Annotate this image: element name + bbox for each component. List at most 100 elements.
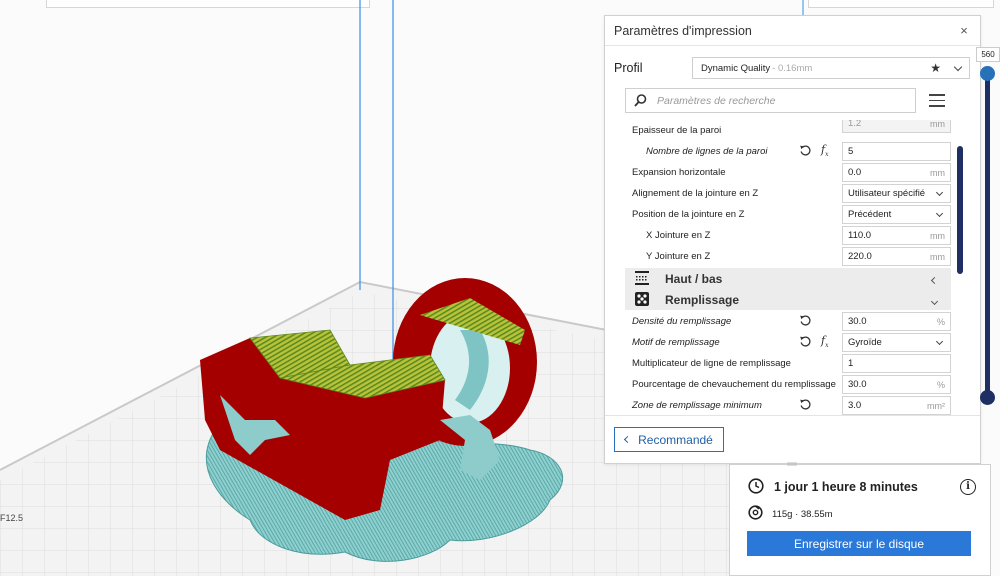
coordinate-label: F12.5 — [0, 513, 24, 523]
search-placeholder: Paramètres de recherche — [657, 94, 776, 107]
z-seam-x-field[interactable]: 110.0 mm — [842, 226, 951, 245]
field-value: 30.0 — [848, 379, 867, 390]
field-value: 1.2 — [848, 120, 862, 129]
reset-icon[interactable] — [799, 335, 812, 351]
field-value: 110.0 — [848, 230, 872, 241]
setting-z-seam-x: X Jointure en Z 110.0 mm — [625, 225, 951, 246]
field-value: 5 — [848, 146, 854, 157]
setting-label: Zone de remplissage minimum — [632, 400, 762, 411]
field-unit: % — [936, 379, 945, 390]
select-value: Précédent — [848, 209, 892, 220]
info-icon[interactable]: i — [960, 479, 976, 495]
setting-wall-line-count: Nombre de lignes de la paroi fx 5 — [625, 141, 951, 162]
clock-icon — [748, 477, 764, 497]
wall-line-count-field[interactable]: 5 — [842, 142, 951, 161]
setting-z-seam-position: Position de la jointure en Z Précédent — [625, 204, 951, 225]
field-unit: mm² — [927, 400, 945, 411]
print-time: 1 jour 1 heure 8 minutes — [774, 480, 918, 494]
row-icons — [799, 314, 839, 329]
spool-icon — [748, 505, 763, 523]
chevron-left-icon — [624, 435, 632, 444]
print-settings-panel: Paramètres d'impression × Profil Dynamic… — [604, 15, 981, 464]
function-icon[interactable]: fx — [821, 334, 828, 349]
z-seam-position-select[interactable]: Précédent — [842, 205, 951, 224]
infill-pattern-select[interactable]: Gyroïde — [842, 333, 951, 352]
drag-grip-icon[interactable] — [787, 462, 797, 467]
layer-number-field[interactable]: 560 — [976, 47, 1000, 62]
setting-label: Densité du remplissage — [632, 316, 732, 327]
category-infill[interactable]: Remplissage — [625, 289, 951, 310]
reset-icon[interactable] — [799, 144, 812, 160]
category-top-bottom[interactable]: Haut / bas — [625, 268, 951, 289]
panel-title: Paramètres d'impression — [614, 23, 752, 38]
recommended-button[interactable]: Recommandé — [614, 427, 724, 452]
setting-infill-line-multiplier: Multiplicateur de ligne de remplissage 1 — [625, 353, 951, 374]
setting-label: Pourcentage de chevauchement du rempliss… — [632, 379, 836, 390]
search-input[interactable]: Paramètres de recherche — [625, 88, 916, 113]
setting-label: Nombre de lignes de la paroi — [646, 146, 768, 157]
star-icon[interactable]: ★ — [930, 61, 941, 75]
infill-overlap-field[interactable]: 30.0 % — [842, 375, 951, 394]
field-unit: mm — [930, 120, 945, 129]
setting-label: Multiplicateur de ligne de remplissage — [632, 358, 791, 369]
slider-bottom-handle[interactable] — [980, 390, 995, 405]
z-seam-alignment-select[interactable]: Utilisateur spécifié — [842, 184, 951, 203]
infill-icon — [635, 292, 649, 306]
wall-thickness-field[interactable]: 1.2 mm — [842, 120, 951, 133]
print-info-panel: 1 jour 1 heure 8 minutes i 115g · 38.55m… — [729, 462, 991, 576]
reset-icon[interactable] — [799, 398, 812, 414]
material-row: 115g · 38.55m — [748, 505, 833, 523]
recommended-label: Recommandé — [638, 432, 713, 447]
chevron-down-icon — [935, 337, 944, 345]
material-usage: 115g · 38.55m — [772, 508, 833, 520]
setting-label: X Jointure en Z — [646, 230, 711, 241]
settings-menu-icon[interactable] — [929, 94, 945, 107]
setting-label: Epaisseur de la paroi — [632, 125, 722, 136]
layer-slider[interactable]: 560 — [975, 45, 1000, 405]
field-unit: mm — [930, 251, 945, 262]
field-unit: mm — [930, 167, 945, 178]
save-to-disk-button[interactable]: Enregistrer sur le disque — [747, 531, 971, 556]
profile-layer-height: - 0.16mm — [772, 62, 813, 74]
field-value: 3.0 — [848, 400, 862, 411]
setting-label: Position de la jointure en Z — [632, 209, 745, 220]
divider — [605, 415, 980, 416]
settings-list[interactable]: Epaisseur de la paroi 1.2 mm Nombre de l… — [625, 120, 951, 416]
print-time-row: 1 jour 1 heure 8 minutes i — [748, 477, 976, 497]
select-value: Utilisateur spécifié — [848, 188, 926, 199]
field-unit: mm — [930, 230, 945, 241]
slider-top-handle[interactable] — [980, 66, 995, 81]
close-icon[interactable]: × — [957, 23, 971, 38]
chevron-down-icon — [953, 62, 963, 71]
infill-line-multiplier-field[interactable]: 1 — [842, 354, 951, 373]
profile-name: Dynamic Quality — [701, 62, 771, 74]
field-value: 0.0 — [848, 167, 862, 178]
settings-scrollbar[interactable] — [957, 146, 963, 274]
search-row: Paramètres de recherche — [625, 88, 947, 113]
chevron-down-icon — [935, 209, 944, 217]
field-value: 30.0 — [848, 316, 867, 327]
min-infill-area-field[interactable]: 3.0 mm² — [842, 396, 951, 415]
row-icons — [799, 398, 839, 413]
category-label: Remplissage — [665, 292, 740, 307]
z-seam-y-field[interactable]: 220.0 mm — [842, 247, 951, 266]
function-icon[interactable]: fx — [821, 143, 828, 158]
reset-icon[interactable] — [799, 314, 812, 330]
setting-label: Alignement de la jointure en Z — [632, 188, 759, 199]
field-value: 220.0 — [848, 251, 872, 262]
infill-density-field[interactable]: 30.0 % — [842, 312, 951, 331]
profile-row: Profil Dynamic Quality - 0.16mm ★ — [614, 57, 972, 79]
horizontal-expansion-field[interactable]: 0.0 mm — [842, 163, 951, 182]
setting-label: Motif de remplissage — [632, 337, 720, 348]
profile-select[interactable]: Dynamic Quality - 0.16mm ★ — [692, 57, 970, 79]
row-icons: fx — [799, 334, 839, 351]
slider-track[interactable] — [985, 71, 990, 397]
setting-z-seam-y: Y Jointure en Z 220.0 mm — [625, 246, 951, 267]
category-label: Haut / bas — [665, 271, 723, 286]
panel-header: Paramètres d'impression × — [605, 16, 980, 46]
profile-label: Profil — [614, 61, 643, 75]
setting-label: Y Jointure en Z — [646, 251, 711, 262]
field-unit: % — [936, 316, 945, 327]
chevron-left-icon — [930, 274, 939, 286]
chevron-down-icon — [930, 295, 939, 307]
